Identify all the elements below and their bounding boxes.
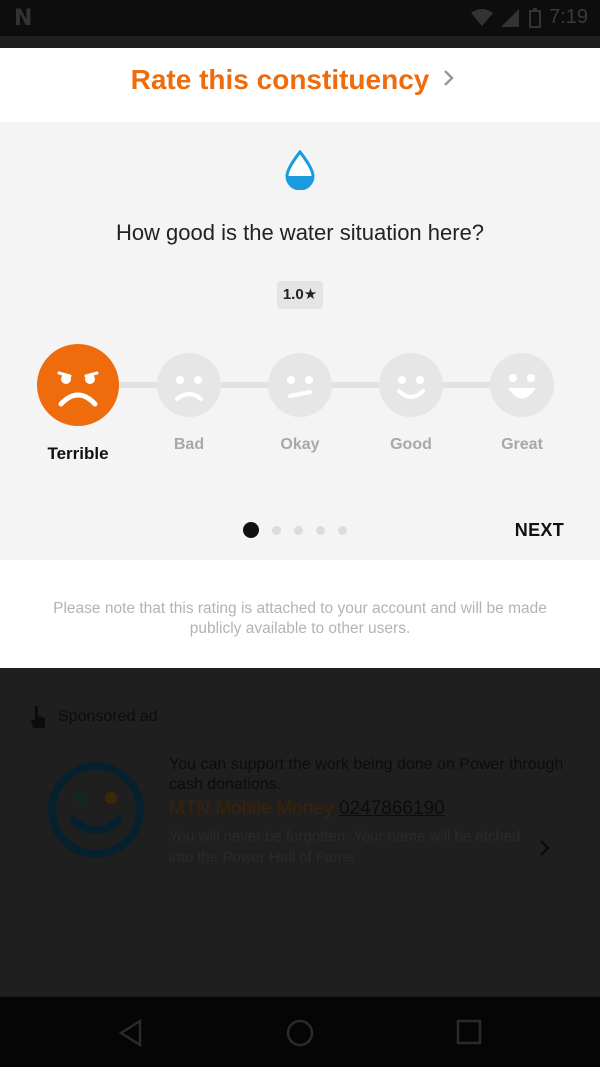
page-title[interactable]: Rate this constituency xyxy=(0,64,560,96)
navigation-bar xyxy=(0,997,600,1067)
status-bar: N 7:19 xyxy=(0,0,600,36)
page-dot xyxy=(272,525,281,535)
sad-face-icon xyxy=(57,371,99,407)
sponsored-ad[interactable]: Sponsored ad You can support the work be… xyxy=(0,668,600,996)
neutral-face-icon xyxy=(287,376,313,398)
face-great[interactable] xyxy=(490,353,554,417)
note-panel: Please note that this rating is attached… xyxy=(0,560,600,668)
page-dot-active xyxy=(243,522,259,538)
ad-text: You can support the work being done on P… xyxy=(169,756,564,793)
ad-subtext: You will never be forgotten. Your name w… xyxy=(169,828,521,866)
face-terrible[interactable] xyxy=(37,344,119,426)
face-good[interactable] xyxy=(379,353,443,417)
signal-icon xyxy=(501,8,520,27)
phone-link[interactable]: 0247866190 xyxy=(339,798,445,819)
label-okay[interactable]: Okay xyxy=(245,436,355,454)
frown-face-icon xyxy=(175,376,203,401)
disclaimer-text: Please note that this rating is attached… xyxy=(53,600,547,637)
face-okay[interactable] xyxy=(268,353,332,417)
grin-face-icon xyxy=(508,374,536,399)
chevron-right-icon[interactable] xyxy=(442,68,456,88)
page-indicator xyxy=(243,522,347,538)
battery-icon xyxy=(529,7,542,28)
recents-icon[interactable] xyxy=(456,1019,482,1045)
notification-n-icon: N xyxy=(14,6,33,31)
smile-face-icon xyxy=(397,376,425,399)
tap-hand-icon xyxy=(31,706,45,728)
home-icon[interactable] xyxy=(286,1019,314,1047)
label-bad[interactable]: Bad xyxy=(134,436,244,454)
label-great[interactable]: Great xyxy=(467,436,577,454)
page-dot xyxy=(316,525,325,535)
label-good[interactable]: Good xyxy=(356,436,466,454)
sponsor-label: Sponsored ad xyxy=(58,708,158,725)
score-badge: 1.0★ xyxy=(277,281,323,309)
page-dot xyxy=(294,525,303,535)
status-icons: 7:19 xyxy=(471,6,588,29)
chevron-right-icon[interactable] xyxy=(538,838,552,858)
ad-payment-line: MTN Mobile Money 0247866190 xyxy=(169,798,445,820)
label-terrible[interactable]: Terrible xyxy=(23,444,133,464)
back-icon[interactable] xyxy=(118,1019,144,1047)
sponsor-row: Sponsored ad xyxy=(28,704,158,730)
rating-panel: How good is the water situation here? 1.… xyxy=(0,122,600,560)
page-dot xyxy=(338,525,347,535)
face-bad[interactable] xyxy=(157,353,221,417)
next-button[interactable]: NEXT xyxy=(515,520,564,541)
clock: 7:19 xyxy=(549,6,588,28)
provider-name: MTN Mobile Money xyxy=(169,798,334,819)
rating-question: How good is the water situation here? xyxy=(115,220,485,245)
wifi-icon xyxy=(471,8,494,26)
smiley-logo-icon xyxy=(48,762,144,858)
water-drop-icon xyxy=(285,150,315,190)
sheet-header[interactable]: Rate this constituency xyxy=(0,48,600,122)
